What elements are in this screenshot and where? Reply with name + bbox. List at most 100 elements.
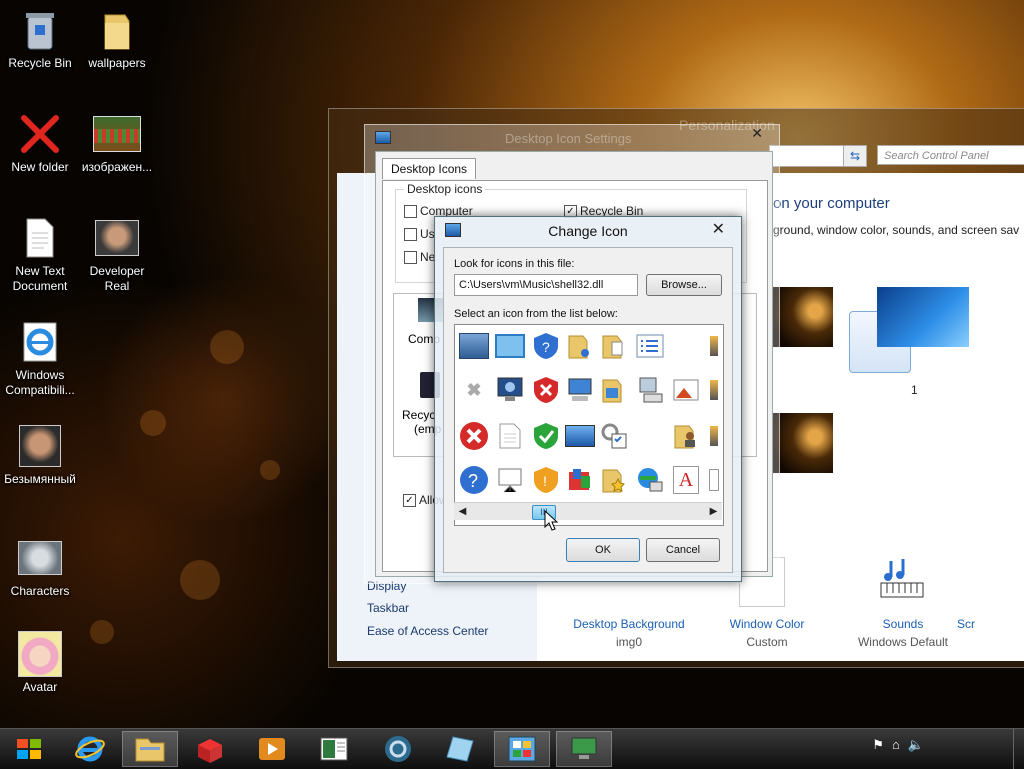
start-button[interactable] — [6, 731, 52, 767]
desktop-background-link[interactable]: Desktop Background img0 — [559, 617, 699, 649]
icon-list-item[interactable] — [531, 375, 561, 405]
icon-list-item[interactable] — [707, 465, 721, 495]
icon-list-item[interactable] — [599, 375, 629, 405]
user-folder-icon — [674, 425, 695, 449]
taskbar-glass-app[interactable] — [432, 731, 488, 767]
icon-list-item[interactable] — [599, 421, 629, 451]
cancel-button[interactable]: Cancel — [646, 538, 720, 562]
icon-list-item[interactable] — [707, 421, 721, 451]
icon-list-item[interactable] — [635, 375, 665, 405]
icon-list-item[interactable] — [495, 465, 525, 495]
theme-thumbnail[interactable] — [877, 287, 969, 347]
icon-list-item[interactable] — [459, 421, 489, 451]
desktop-icon-characters[interactable]: Characters — [0, 536, 80, 599]
checkbox-box[interactable] — [404, 250, 417, 264]
change-icon-dialog[interactable]: Change Icon ✕ Look for icons in this fil… — [434, 216, 742, 582]
desktop-icon-windows-compatibility[interactable]: Windows Compatibili... — [0, 320, 80, 398]
show-desktop-button[interactable] — [1013, 729, 1024, 769]
icon-list-item[interactable] — [495, 331, 525, 361]
blank-document-icon — [499, 423, 521, 449]
checkbox-network[interactable]: Ne — [404, 250, 435, 264]
checkbox-box[interactable] — [404, 204, 417, 218]
ok-button[interactable]: OK — [566, 538, 640, 562]
photo-icon — [95, 216, 139, 260]
taskbar-explorer[interactable] — [122, 731, 178, 767]
icon-file-path-input[interactable] — [454, 274, 638, 296]
mouse-cursor-icon — [544, 510, 558, 531]
checkbox-label: Us — [420, 227, 435, 241]
desktop-icon-wallpapers[interactable]: wallpapers — [77, 8, 157, 71]
scroll-right-arrow-icon[interactable]: ▶ — [705, 503, 722, 520]
theme-thumbnail[interactable] — [773, 287, 833, 347]
refresh-button[interactable]: ⇆ — [843, 145, 867, 167]
desktop-icon-developer-real[interactable]: Developer Real — [77, 216, 157, 294]
icon-list-item[interactable] — [531, 421, 561, 451]
desktop-icon-label: Безымянный — [4, 472, 76, 486]
close-button[interactable]: ✕ — [712, 219, 725, 239]
icon-list-item[interactable]: ? — [459, 465, 489, 495]
icon-list-item[interactable]: ✖ — [459, 375, 489, 405]
icon-list-item[interactable]: ? — [531, 331, 561, 361]
taskbar-document-app[interactable] — [306, 731, 362, 767]
taskbar-media-player[interactable] — [244, 731, 300, 767]
search-input[interactable]: Search Control Panel — [877, 145, 1024, 165]
window-color-link[interactable]: Window Color Custom — [697, 617, 837, 649]
icon-list-item[interactable] — [459, 331, 489, 361]
dialog-title: Change Icon — [548, 223, 628, 239]
icon-list-item[interactable]: ! — [531, 465, 561, 495]
theme-thumbnail[interactable] — [773, 413, 833, 473]
icon-list-item[interactable] — [599, 465, 629, 495]
taskbar-steam-like-app[interactable] — [370, 731, 426, 767]
desktop-background-label: Desktop Background — [573, 617, 685, 631]
close-button[interactable]: ✕ — [751, 125, 763, 142]
icon-list-item[interactable] — [495, 375, 525, 405]
desktop-icon-new-folder[interactable]: New folder — [0, 112, 80, 175]
taskbar-control-panel[interactable] — [494, 731, 550, 767]
taskbar-app-red-box[interactable] — [182, 731, 238, 767]
documents-folder-icon — [602, 335, 623, 359]
desktop-background-value: img0 — [615, 635, 642, 649]
tab-desktop-icons[interactable]: Desktop Icons — [382, 158, 477, 179]
globe-network-icon — [638, 468, 663, 492]
icon-list[interactable]: ? ✖ ? ! A — [454, 324, 724, 526]
icon-list-item[interactable] — [565, 421, 595, 451]
look-for-icons-label: Look for icons in this file: — [454, 258, 575, 270]
icon-list-item[interactable] — [635, 465, 665, 495]
volume-icon[interactable]: 🔈 — [908, 737, 924, 753]
window-title: Desktop Icon Settings — [505, 131, 632, 146]
flag-icon[interactable]: ⚑ — [872, 737, 884, 753]
scroll-left-arrow-icon[interactable]: ◀ — [454, 503, 471, 520]
checkbox-box[interactable] — [404, 227, 417, 241]
icon-list-item[interactable] — [707, 331, 721, 361]
link-ease-of-access[interactable]: Ease of Access Center — [367, 624, 488, 638]
icon-list-item[interactable] — [495, 421, 525, 451]
checkbox-box-checked[interactable]: ✓ — [403, 493, 416, 507]
network-icon[interactable]: ⌂ — [892, 737, 900, 753]
checkbox-users[interactable]: Us — [404, 227, 435, 241]
desktop-icon-image[interactable]: изображен... — [77, 112, 157, 175]
taskbar-internet-explorer[interactable] — [62, 731, 118, 767]
ie-icon — [75, 736, 105, 762]
icon-list-item[interactable] — [565, 331, 595, 361]
link-taskbar[interactable]: Taskbar — [367, 601, 409, 615]
icon-list-item[interactable] — [671, 421, 701, 451]
icon-list-item[interactable] — [671, 375, 701, 405]
desktop-icon-bezymyanny[interactable]: Безымянный — [0, 424, 80, 487]
icon-list-item[interactable] — [565, 465, 595, 495]
screensaver-link[interactable]: Scr — [957, 617, 1017, 631]
help-shield-icon: ? — [534, 333, 558, 359]
desktop-icon-text-document[interactable]: New Text Document — [0, 216, 80, 294]
text-document-icon — [18, 216, 62, 260]
icon-list-scrollbar[interactable]: ◀ III ▶ — [454, 502, 722, 520]
icon-list-item[interactable] — [635, 331, 665, 361]
bokeh-light — [180, 560, 220, 600]
taskbar-personalization[interactable] — [556, 731, 612, 767]
icon-list-item[interactable] — [565, 375, 595, 405]
sounds-link[interactable]: Sounds Windows Default — [833, 617, 973, 649]
desktop-icon-recycle-bin[interactable]: Recycle Bin — [0, 8, 80, 71]
icon-list-item[interactable] — [599, 331, 629, 361]
icon-list-item[interactable]: A — [671, 465, 701, 495]
icon-list-item[interactable] — [707, 375, 721, 405]
desktop-icon-avatar[interactable]: Avatar — [0, 631, 80, 695]
browse-button[interactable]: Browse... — [646, 274, 722, 296]
